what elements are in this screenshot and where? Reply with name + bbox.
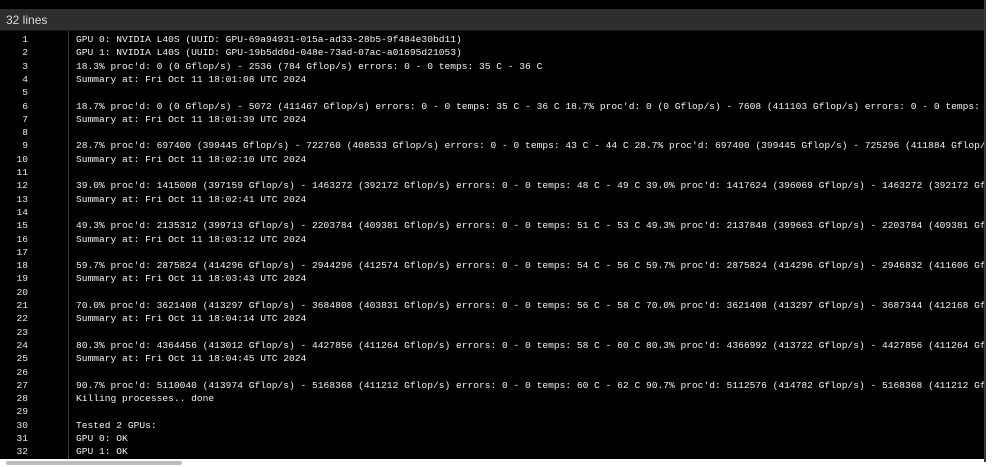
log-line: 19 Summary at: Fri Oct 11 18:03:43 UTC 20… <box>0 272 984 285</box>
line-number: 20 <box>16 286 28 298</box>
log-line: 21 70.0% proc'd: 3621408 (413297 Gflop/s)… <box>0 299 984 312</box>
line-text: GPU 0: OK <box>76 433 128 444</box>
line-number: 16 <box>16 233 28 245</box>
line-number: 32 <box>16 446 28 458</box>
log-line: 25 Summary at: Fri Oct 11 18:04:45 UTC 20… <box>0 352 984 365</box>
log-line: 16 Summary at: Fri Oct 11 18:03:12 UTC 20… <box>0 233 984 246</box>
line-count-label: 32 lines <box>6 13 48 27</box>
line-text: 18.3% proc'd: 0 (0 Gflop/s) - 2536 (784 … <box>76 60 543 72</box>
line-number: 28 <box>16 393 28 405</box>
log-line: 30 Tested 2 GPUs: <box>0 419 984 432</box>
line-number: 29 <box>16 406 28 418</box>
line-number: 6 <box>22 100 28 112</box>
log-line: 22 Summary at: Fri Oct 11 18:04:14 UTC 20… <box>0 312 984 325</box>
log-line: 5 <box>0 86 984 99</box>
line-text: Summary at: Fri Oct 11 18:02:41 UTC 2024 <box>76 193 307 205</box>
line-number: 15 <box>16 220 28 232</box>
line-number: 4 <box>22 73 28 85</box>
line-number: 9 <box>22 140 28 152</box>
line-number: 26 <box>16 366 28 378</box>
line-text: 59.7% proc'd: 2875824 (414296 Gflop/s) -… <box>76 260 984 272</box>
line-text: 18.7% proc'd: 0 (0 Gflop/s) - 5072 (4114… <box>76 100 984 112</box>
log-line: 17 <box>0 246 984 259</box>
line-number: 25 <box>16 353 28 365</box>
log-line: 31 GPU 0: OK <box>0 432 984 445</box>
line-text: GPU 1: OK <box>76 446 128 458</box>
line-text: Summary at: Fri Oct 11 18:03:12 UTC 2024 <box>76 233 307 245</box>
log-line: 14 <box>0 206 984 219</box>
line-number: 27 <box>16 379 28 391</box>
line-number: 11 <box>16 167 28 178</box>
line-text: Killing processes.. done <box>76 393 215 405</box>
log-line: 9 28.7% proc'd: 697400 (399445 Gflop/s) -… <box>0 139 984 152</box>
line-number: 2 <box>22 47 28 59</box>
line-text: 49.3% proc'd: 2135312 (399713 Gflop/s) -… <box>76 220 984 232</box>
line-text: Tested 2 GPUs: <box>76 419 157 431</box>
line-number: 5 <box>22 87 28 99</box>
line-text: Summary at: Fri Oct 11 18:01:39 UTC 2024 <box>76 113 307 125</box>
log-line: 18 59.7% proc'd: 2875824 (414296 Gflop/s)… <box>0 259 984 272</box>
line-number: 1 <box>22 34 28 45</box>
line-number: 14 <box>16 206 28 218</box>
line-number: 8 <box>22 127 28 139</box>
line-text: 39.0% proc'd: 1415008 (397159 Gflop/s) -… <box>76 180 984 192</box>
line-text: 28.7% proc'd: 697400 (399445 Gflop/s) - … <box>76 140 984 152</box>
line-number: 18 <box>16 260 28 272</box>
log-line: 8 <box>0 126 984 139</box>
log-line: 23 <box>0 326 984 339</box>
line-number: 23 <box>16 326 28 338</box>
line-number: 3 <box>22 60 28 72</box>
log-line: 1 GPU 0: NVIDIA L40S (UUID: GPU-69a94931-… <box>0 33 984 46</box>
line-number: 24 <box>16 339 28 351</box>
log-line: 26 <box>0 366 984 379</box>
line-text: 70.0% proc'd: 3621408 (413297 Gflop/s) -… <box>76 300 984 311</box>
log-line: 24 80.3% proc'd: 4364456 (413012 Gflop/s)… <box>0 339 984 352</box>
log-body[interactable]: 1 GPU 0: NVIDIA L40S (UUID: GPU-69a94931-… <box>0 31 984 459</box>
line-number: 17 <box>16 246 28 258</box>
line-number: 19 <box>16 273 28 285</box>
line-number: 13 <box>16 193 28 205</box>
log-line: 32 GPU 1: OK <box>0 445 984 458</box>
line-text: Summary at: Fri Oct 11 18:03:43 UTC 2024 <box>76 273 307 285</box>
log-line: 13 Summary at: Fri Oct 11 18:02:41 UTC 20… <box>0 193 984 206</box>
line-number: 21 <box>16 300 28 311</box>
log-line: 2 GPU 1: NVIDIA L40S (UUID: GPU-19b5dd0d-… <box>0 46 984 59</box>
line-number: 31 <box>16 433 28 444</box>
line-text: Summary at: Fri Oct 11 18:01:08 UTC 2024 <box>76 73 307 85</box>
line-number: 10 <box>16 153 28 165</box>
line-text: Summary at: Fri Oct 11 18:02:10 UTC 2024 <box>76 153 307 165</box>
line-text: GPU 1: NVIDIA L40S (UUID: GPU-19b5dd0d-0… <box>76 47 462 59</box>
log-line: 15 49.3% proc'd: 2135312 (399713 Gflop/s)… <box>0 219 984 232</box>
log-line: 11 <box>0 166 984 179</box>
log-line: 12 39.0% proc'd: 1415008 (397159 Gflop/s)… <box>0 179 984 192</box>
line-number: 22 <box>16 313 28 325</box>
line-text: Summary at: Fri Oct 11 18:04:14 UTC 2024 <box>76 313 307 325</box>
line-text: 80.3% proc'd: 4364456 (413012 Gflop/s) -… <box>76 339 984 351</box>
log-line: 3 18.3% proc'd: 0 (0 Gflop/s) - 2536 (784… <box>0 60 984 73</box>
line-text: 90.7% proc'd: 5110040 (413974 Gflop/s) -… <box>76 379 984 391</box>
line-text: GPU 0: NVIDIA L40S (UUID: GPU-69a94931-0… <box>76 34 462 45</box>
horizontal-scrollbar[interactable] <box>0 459 984 467</box>
line-number: 7 <box>22 113 28 125</box>
line-number: 30 <box>16 419 28 431</box>
line-number: 12 <box>16 180 28 192</box>
log-line: 20 <box>0 286 984 299</box>
horizontal-scrollbar-thumb[interactable] <box>6 461 182 465</box>
line-count-header: 32 lines <box>0 9 984 31</box>
log-line: 6 18.7% proc'd: 0 (0 Gflop/s) - 5072 (411… <box>0 100 984 113</box>
line-text: Summary at: Fri Oct 11 18:04:45 UTC 2024 <box>76 353 307 365</box>
log-line: 4 Summary at: Fri Oct 11 18:01:08 UTC 202… <box>0 73 984 86</box>
log-line: 29 <box>0 405 984 418</box>
log-line: 10 Summary at: Fri Oct 11 18:02:10 UTC 20… <box>0 153 984 166</box>
log-line: 28 Killing processes.. done <box>0 392 984 405</box>
log-line: 27 90.7% proc'd: 5110040 (413974 Gflop/s)… <box>0 379 984 392</box>
log-line: 7 Summary at: Fri Oct 11 18:01:39 UTC 202… <box>0 113 984 126</box>
log-viewer: 32 lines 1 GPU 0: NVIDIA L40S (UUID: GPU-… <box>0 0 986 462</box>
